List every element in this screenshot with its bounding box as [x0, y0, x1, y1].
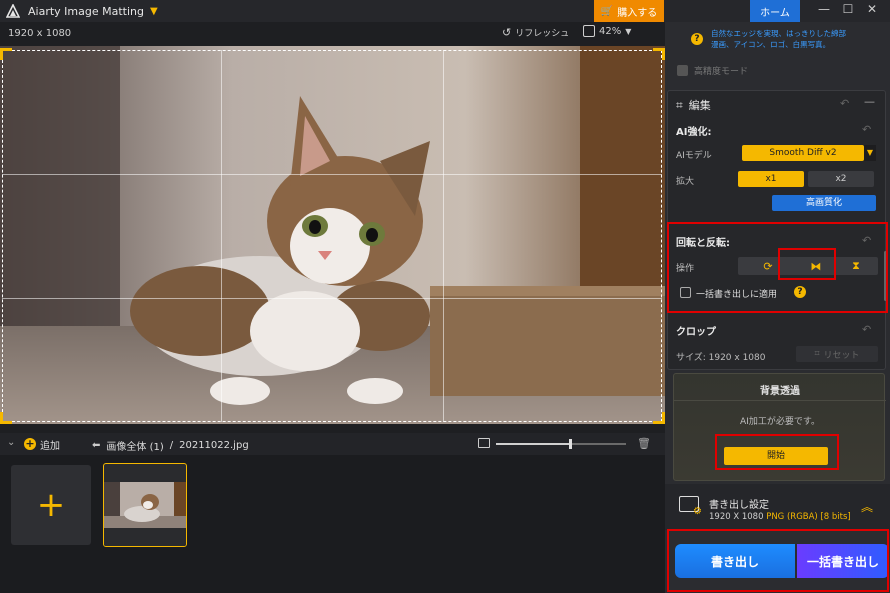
collapse-icon[interactable]: —	[864, 95, 875, 108]
back-arrow-icon[interactable]: ⬅	[92, 440, 100, 451]
crop-section-title: クロップ	[676, 327, 716, 338]
chevron-down-icon[interactable]: ▼	[864, 145, 876, 161]
undo-icon[interactable]: ↶	[862, 323, 871, 336]
crop-edit-icon: ⌗	[676, 97, 683, 112]
ai-section-title: AI強化:	[676, 127, 712, 138]
model-tip: ? 自然なエッジを実現、はっきりした綿部 漫画、アイコン、ロゴ、白黒写真。	[665, 22, 890, 56]
crop-handle[interactable]	[0, 412, 12, 424]
thumbnail-image	[104, 482, 186, 546]
zoom-level: 42%	[599, 25, 622, 37]
image-resolution: 1920 x 1080	[8, 27, 72, 39]
ai-model-label: AIモデル	[676, 151, 712, 161]
right-panel: ? 自然なエッジを実現、はっきりした綿部 漫画、アイコン、ロゴ、白黒写真。 高精…	[665, 22, 890, 593]
maximize-icon[interactable]: ☐	[838, 2, 858, 16]
highlight-start-button	[715, 434, 839, 470]
export-resolution: 1920 X 1080	[709, 512, 764, 522]
app-title: Aiarty Image Matting	[28, 4, 144, 18]
crop-handle[interactable]	[653, 412, 665, 424]
minimize-icon[interactable]: —	[814, 2, 834, 16]
highlight-export-buttons	[667, 529, 889, 592]
chevron-up-icon[interactable]: ︽	[861, 498, 873, 515]
bg-title: 背景透過	[760, 386, 800, 397]
highlight-flip-button	[778, 248, 836, 280]
undo-icon[interactable]: ↶	[862, 123, 871, 136]
image-thumbnail[interactable]	[103, 463, 187, 547]
crop-handle[interactable]	[653, 48, 665, 60]
upscale-button[interactable]: 高画質化	[772, 195, 876, 211]
checkbox-icon	[677, 65, 688, 76]
edit-header: ⌗ 編集	[676, 97, 711, 113]
crop-handle[interactable]	[0, 48, 12, 60]
cart-icon: 🛒	[600, 5, 614, 17]
image-size-icon	[478, 438, 490, 448]
close-icon[interactable]: ✕	[862, 2, 882, 16]
buy-button[interactable]: 🛒 購入する	[594, 0, 664, 22]
app-logo-icon	[6, 4, 20, 18]
scale-x2-button[interactable]: x2	[808, 171, 874, 187]
chevron-down-icon: ▼	[625, 26, 632, 36]
add-button[interactable]: + 追加	[24, 437, 60, 452]
crop-frame[interactable]	[2, 50, 662, 422]
ai-model-select[interactable]: Smooth Diff v2	[742, 145, 864, 161]
export-title: 書き出し設定	[709, 500, 769, 511]
breadcrumb-all-images[interactable]: 画像全体 (1)	[106, 438, 163, 453]
current-filename: 20211022.jpg	[179, 440, 249, 451]
crop-reset-button[interactable]: ⌗ リセット	[796, 346, 878, 362]
scale-x1-button[interactable]: x1	[738, 171, 804, 187]
filmstrip-toolbar: ⌄ + 追加 ⬅ 画像全体 (1) / 20211022.jpg 🗑	[0, 433, 665, 455]
plus-icon: +	[24, 437, 36, 450]
trash-icon[interactable]: 🗑	[637, 437, 651, 450]
crop-icon: ⌗	[814, 349, 820, 359]
image-canvas[interactable]	[0, 46, 665, 424]
grid-line	[2, 298, 662, 299]
thumbnail-area: +	[0, 455, 665, 593]
grid-line	[221, 50, 222, 422]
bg-note: AI加工が必要です。	[740, 417, 820, 427]
title-bar: Aiarty Image Matting ▼ 🛒 購入する ホーム — ☐ ✕	[0, 0, 890, 22]
grid-line	[443, 50, 444, 422]
hq-mode-checkbox[interactable]: 高精度モード	[677, 64, 748, 77]
chevron-down-icon[interactable]: ▼	[150, 6, 158, 17]
crop-size-label: サイズ: 1920 x 1080	[676, 353, 766, 363]
slider-handle[interactable]	[569, 439, 573, 449]
collapse-icon[interactable]: ⌄	[7, 437, 15, 448]
gear-icon: ⚙	[693, 506, 702, 517]
refresh-button[interactable]: ↺ リフレッシュ	[502, 26, 569, 39]
export-format: PNG (RGBA) [8 bits]	[766, 512, 851, 522]
zoom-control[interactable]: 42% ▼	[583, 25, 631, 37]
grid-line	[2, 174, 662, 175]
thumbnail-size-slider[interactable]	[496, 439, 626, 449]
home-button[interactable]: ホーム	[750, 0, 800, 22]
undo-icon[interactable]: ↶	[840, 97, 849, 110]
zoom-fit-icon	[583, 25, 595, 37]
export-settings[interactable]: ⚙ 書き出し設定 1920 X 1080 PNG (RGBA) [8 bits]…	[665, 484, 890, 530]
breadcrumb: ⬅ 画像全体 (1) / 20211022.jpg	[92, 438, 249, 453]
viewer-toolbar: 1920 x 1080 ↺ リフレッシュ 42% ▼	[0, 22, 665, 44]
add-image-tile[interactable]: +	[11, 465, 91, 545]
scale-label: 拡大	[676, 177, 695, 187]
slider-fill	[496, 443, 571, 445]
help-icon[interactable]: ?	[691, 33, 703, 45]
refresh-icon: ↺	[502, 26, 512, 39]
